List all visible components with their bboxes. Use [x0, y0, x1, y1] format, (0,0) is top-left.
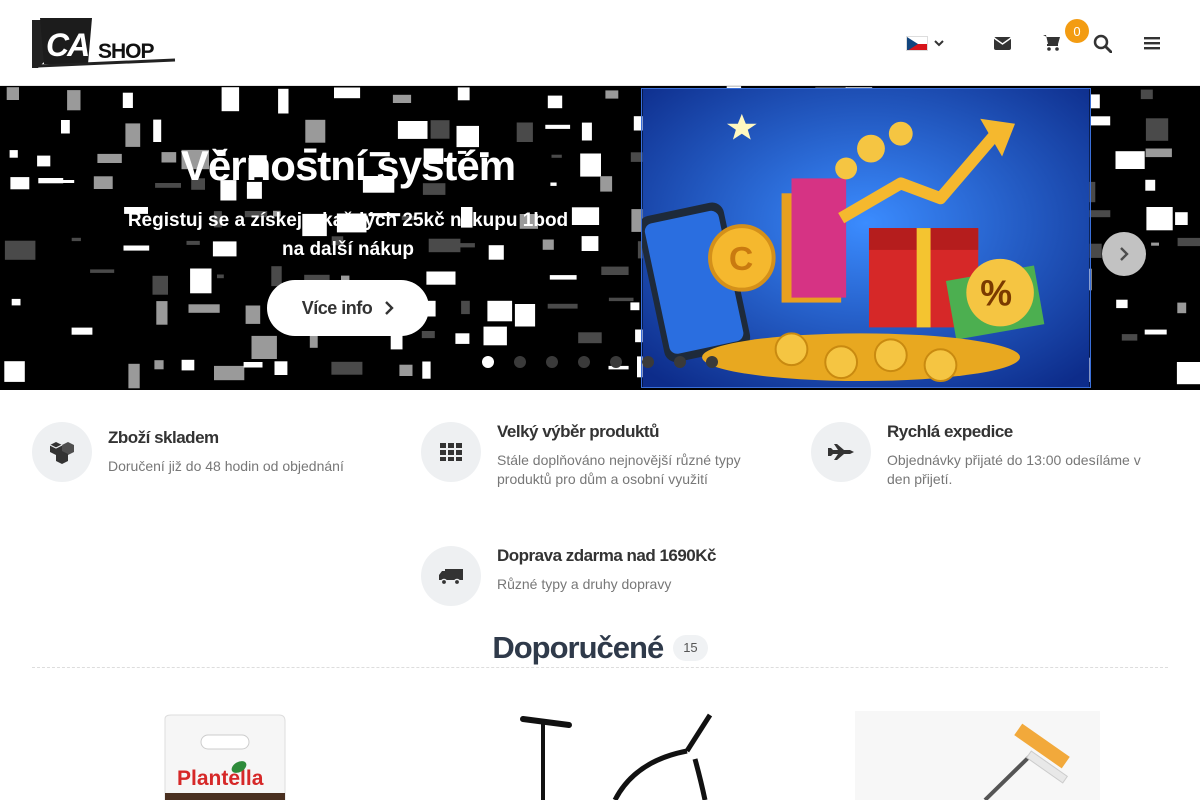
plane-icon [811, 422, 871, 482]
feature-desc: Objednávky přijaté do 13:00 odesíláme v … [887, 452, 1141, 487]
brand-label: Plantella [177, 767, 264, 790]
more-info-button[interactable]: Více info [267, 280, 429, 336]
product-image-plantella: Plantella [164, 714, 286, 800]
section-title: Doporučené [492, 630, 664, 665]
svg-text:%: % [980, 274, 1012, 314]
hero-title: Věrnostní systém [180, 142, 516, 189]
svg-text:C: C [729, 240, 753, 278]
search-button[interactable] [1093, 34, 1112, 53]
feature-free-shipping: Doprava zdarma nad 1690Kč Různé typy a d… [421, 546, 791, 606]
cart-button[interactable]: 0 [1043, 19, 1089, 51]
product-image-planter-tool [520, 713, 713, 800]
loyalty-illustration: C % [641, 88, 1091, 388]
feature-in-stock: Zboží skladem Doručení již do 48 hodin o… [32, 422, 402, 482]
feature-desc: Doručení již do 48 hodin od objednání [108, 458, 344, 474]
slider-dot[interactable] [546, 356, 558, 368]
hero-subtitle: Registuj se a získej z každých 25kč náku… [127, 210, 569, 260]
feature-title: Rychlá expedice [887, 422, 1013, 441]
menu-button[interactable] [1144, 36, 1160, 50]
slider-dot[interactable] [482, 356, 494, 368]
cart-count-badge: 0 [1065, 19, 1089, 43]
product-image-squeegee [855, 711, 1100, 800]
section-divider [32, 667, 1168, 668]
slider-dot[interactable] [674, 356, 686, 368]
svg-text:SHOP: SHOP [98, 40, 155, 63]
chevron-right-icon [1120, 247, 1129, 261]
feature-desc: Stále doplňováno nejnovější různé typy p… [497, 452, 741, 487]
product-card[interactable] [515, 711, 715, 800]
feature-desc: Různé typy a druhy dopravy [497, 576, 672, 592]
slider-dot[interactable] [610, 356, 622, 368]
hero-slider: C % Věrnostní systém Registuj se a získe… [0, 86, 1200, 390]
chevron-down-icon [934, 40, 944, 47]
cart-icon [1043, 35, 1060, 51]
czech-flag-icon [906, 35, 928, 51]
slider-dot[interactable] [514, 356, 526, 368]
cabshop-logo[interactable]: CAB SHOP [32, 16, 177, 70]
feature-title: Velký výběr produktů [497, 422, 659, 441]
boxes-icon [32, 422, 92, 482]
more-info-label: Více info [301, 297, 373, 318]
truck-icon [421, 546, 481, 606]
language-selector[interactable] [906, 35, 944, 51]
product-card[interactable]: Plantella [155, 711, 295, 800]
slider-dot[interactable] [642, 356, 654, 368]
product-count-badge: 15 [673, 635, 708, 661]
feature-wide-selection: Velký výběr produktů Stále doplňováno ne… [421, 422, 791, 489]
menu-icon [1144, 37, 1160, 50]
grid-icon [421, 422, 481, 482]
slider-dot[interactable] [706, 356, 718, 368]
slider-dot[interactable] [578, 356, 590, 368]
header-actions: 0 [906, 19, 1160, 58]
slider-next-button[interactable] [1102, 232, 1146, 276]
product-card[interactable] [855, 711, 1100, 800]
site-header: CAB SHOP 0 [0, 0, 1200, 86]
chevron-right-icon [384, 300, 394, 316]
feature-title: Doprava zdarma nad 1690Kč [497, 546, 717, 565]
slider-dots [482, 356, 738, 368]
feature-title: Zboží skladem [108, 428, 219, 447]
envelope-icon [994, 36, 1011, 50]
recommended-header: Doporučené 15 [0, 630, 1200, 666]
feature-fast-dispatch: Rychlá expedice Objednávky přijaté do 13… [811, 422, 1171, 489]
contact-button[interactable] [994, 36, 1011, 50]
search-icon [1093, 34, 1112, 53]
